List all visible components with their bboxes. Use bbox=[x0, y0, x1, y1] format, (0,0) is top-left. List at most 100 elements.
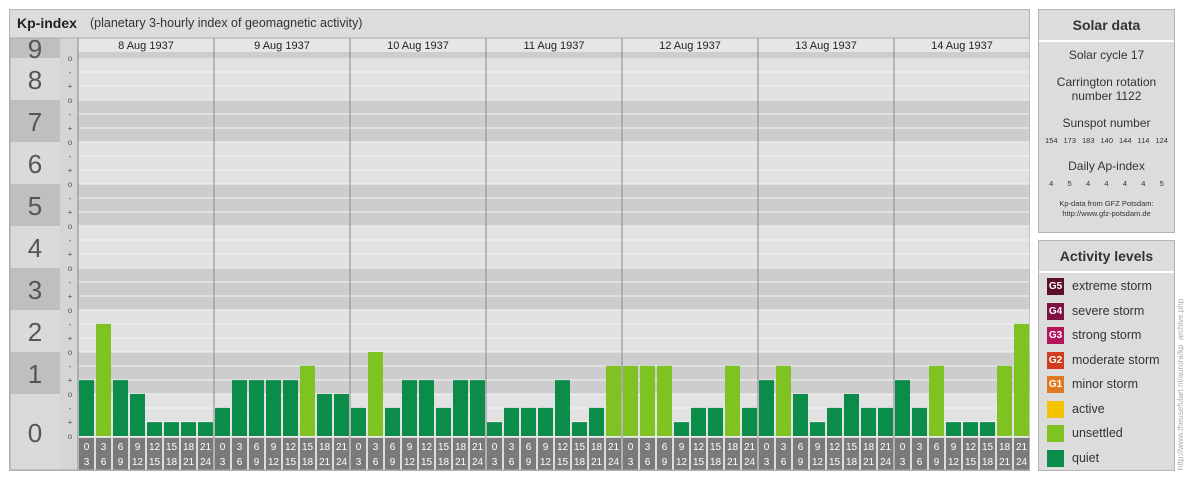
interval-end-label: 18 bbox=[710, 457, 722, 468]
interval-end-label: 15 bbox=[557, 457, 569, 468]
interval-start-label: 21 bbox=[472, 442, 484, 453]
interval-start-label: 15 bbox=[710, 442, 722, 453]
interval-start-label: 12 bbox=[557, 442, 569, 453]
legend-label: severe storm bbox=[1072, 303, 1145, 318]
interval-start-label: 3 bbox=[917, 442, 923, 453]
interval-end-label: 24 bbox=[1016, 457, 1028, 468]
y-minor-tick: - bbox=[69, 110, 72, 119]
legend-label: minor storm bbox=[1072, 377, 1138, 391]
y-minor-tick: o bbox=[68, 222, 73, 231]
kp-bar bbox=[164, 422, 179, 436]
kp-bar bbox=[657, 365, 672, 436]
interval-start-label: 18 bbox=[591, 442, 603, 453]
interval-end-label: 3 bbox=[492, 457, 498, 468]
y-minor-tick: o bbox=[68, 96, 73, 105]
y-tick-label: 6 bbox=[28, 149, 42, 179]
interval-start-label: 15 bbox=[982, 442, 994, 453]
kp-bar bbox=[181, 422, 196, 436]
interval-start-label: 21 bbox=[608, 442, 620, 453]
kp-bar bbox=[385, 407, 400, 436]
background-band bbox=[78, 310, 1030, 352]
y-minor-tick: o bbox=[68, 180, 73, 189]
ap-index-title: Daily Ap-index bbox=[1068, 159, 1145, 173]
chart-subtitle: (planetary 3-hourly index of geomagnetic… bbox=[90, 16, 363, 30]
interval-end-label: 21 bbox=[591, 457, 603, 468]
activity-levels-title: Activity levels bbox=[1039, 241, 1174, 273]
background-band bbox=[78, 268, 1030, 310]
g2-swatch: G2 bbox=[1047, 351, 1064, 369]
interval-end-label: 21 bbox=[727, 457, 739, 468]
legend-item-active: active bbox=[1039, 398, 1174, 423]
interval-start-label: 0 bbox=[492, 442, 498, 453]
y-minor-tick: - bbox=[69, 236, 72, 245]
interval-start-label: 3 bbox=[373, 442, 379, 453]
interval-start-label: 6 bbox=[934, 442, 940, 453]
interval-start-label: 18 bbox=[183, 442, 195, 453]
interval-end-label: 21 bbox=[863, 457, 875, 468]
interval-start-label: 6 bbox=[526, 442, 532, 453]
interval-start-label: 0 bbox=[84, 442, 90, 453]
interval-end-label: 18 bbox=[438, 457, 450, 468]
interval-start-label: 15 bbox=[166, 442, 178, 453]
interval-end-label: 24 bbox=[744, 457, 756, 468]
interval-start-label: 12 bbox=[965, 442, 977, 453]
solar-data-title: Solar data bbox=[1039, 10, 1174, 42]
active-swatch bbox=[1047, 400, 1064, 418]
interval-start-label: 12 bbox=[693, 442, 705, 453]
interval-start-label: 3 bbox=[645, 442, 651, 453]
ap-index-values: 4 5 4 4 4 4 5 bbox=[1039, 179, 1174, 188]
y-tick-label: 5 bbox=[28, 191, 42, 221]
interval-end-label: 24 bbox=[472, 457, 484, 468]
interval-start-label: 15 bbox=[574, 442, 586, 453]
sunspot-value: 124 bbox=[1155, 136, 1168, 145]
sunspot-value: 154 bbox=[1044, 136, 1058, 145]
interval-start-label: 6 bbox=[798, 442, 804, 453]
sunspot-title: Sunspot number bbox=[1062, 116, 1151, 130]
y-minor-tick: - bbox=[69, 68, 72, 77]
kp-bar bbox=[96, 323, 111, 436]
y-minor-tick: o bbox=[68, 264, 73, 273]
interval-end-label: 21 bbox=[183, 457, 195, 468]
kp-bar bbox=[300, 365, 315, 436]
legend-label: moderate storm bbox=[1072, 352, 1160, 367]
legend-item-g3: G3 strong storm bbox=[1039, 324, 1174, 349]
interval-end-label: 18 bbox=[846, 457, 858, 468]
g1-swatch: G1 bbox=[1047, 376, 1064, 393]
background-band bbox=[78, 100, 1030, 142]
kp-bar bbox=[368, 352, 383, 436]
kp-bar bbox=[538, 407, 553, 436]
y-minor-tick: o bbox=[68, 390, 73, 399]
interval-start-label: 3 bbox=[781, 442, 787, 453]
kp-bar bbox=[232, 380, 247, 436]
y-tick-label: 4 bbox=[28, 233, 42, 263]
interval-start-label: 6 bbox=[254, 442, 260, 453]
kp-bar bbox=[453, 380, 468, 436]
interval-start-label: 18 bbox=[319, 442, 331, 453]
kp-bar bbox=[844, 394, 859, 436]
interval-end-label: 24 bbox=[880, 457, 892, 468]
y-minor-tick: + bbox=[68, 334, 73, 343]
interval-end-label: 15 bbox=[965, 457, 977, 468]
interval-start-label: 18 bbox=[727, 442, 739, 453]
interval-end-label: 9 bbox=[118, 457, 124, 468]
interval-end-label: 3 bbox=[356, 457, 362, 468]
ap-value: 5 bbox=[1159, 179, 1164, 188]
kp-bar bbox=[776, 365, 791, 436]
kp-bar bbox=[691, 407, 706, 436]
interval-end-label: 3 bbox=[764, 457, 770, 468]
legend-label: strong storm bbox=[1072, 328, 1142, 342]
kp-bar bbox=[113, 380, 128, 436]
kp-bar bbox=[487, 422, 502, 436]
kp-bar bbox=[130, 394, 145, 436]
data-credit-link[interactable]: http://www.gfz-potsdam.de bbox=[1039, 209, 1174, 219]
interval-end-label: 12 bbox=[948, 457, 960, 468]
kp-bar bbox=[504, 407, 519, 436]
y-minor-tick: + bbox=[68, 124, 73, 133]
solar-data-panel: Solar data Solar cycle 17 Carrington rot… bbox=[1038, 9, 1175, 233]
interval-end-label: 18 bbox=[982, 457, 994, 468]
y-minor-tick: - bbox=[69, 404, 72, 413]
interval-end-label: 24 bbox=[200, 457, 212, 468]
kp-bar bbox=[1014, 323, 1029, 436]
kp-bar bbox=[912, 407, 927, 436]
interval-start-label: 6 bbox=[390, 442, 396, 453]
